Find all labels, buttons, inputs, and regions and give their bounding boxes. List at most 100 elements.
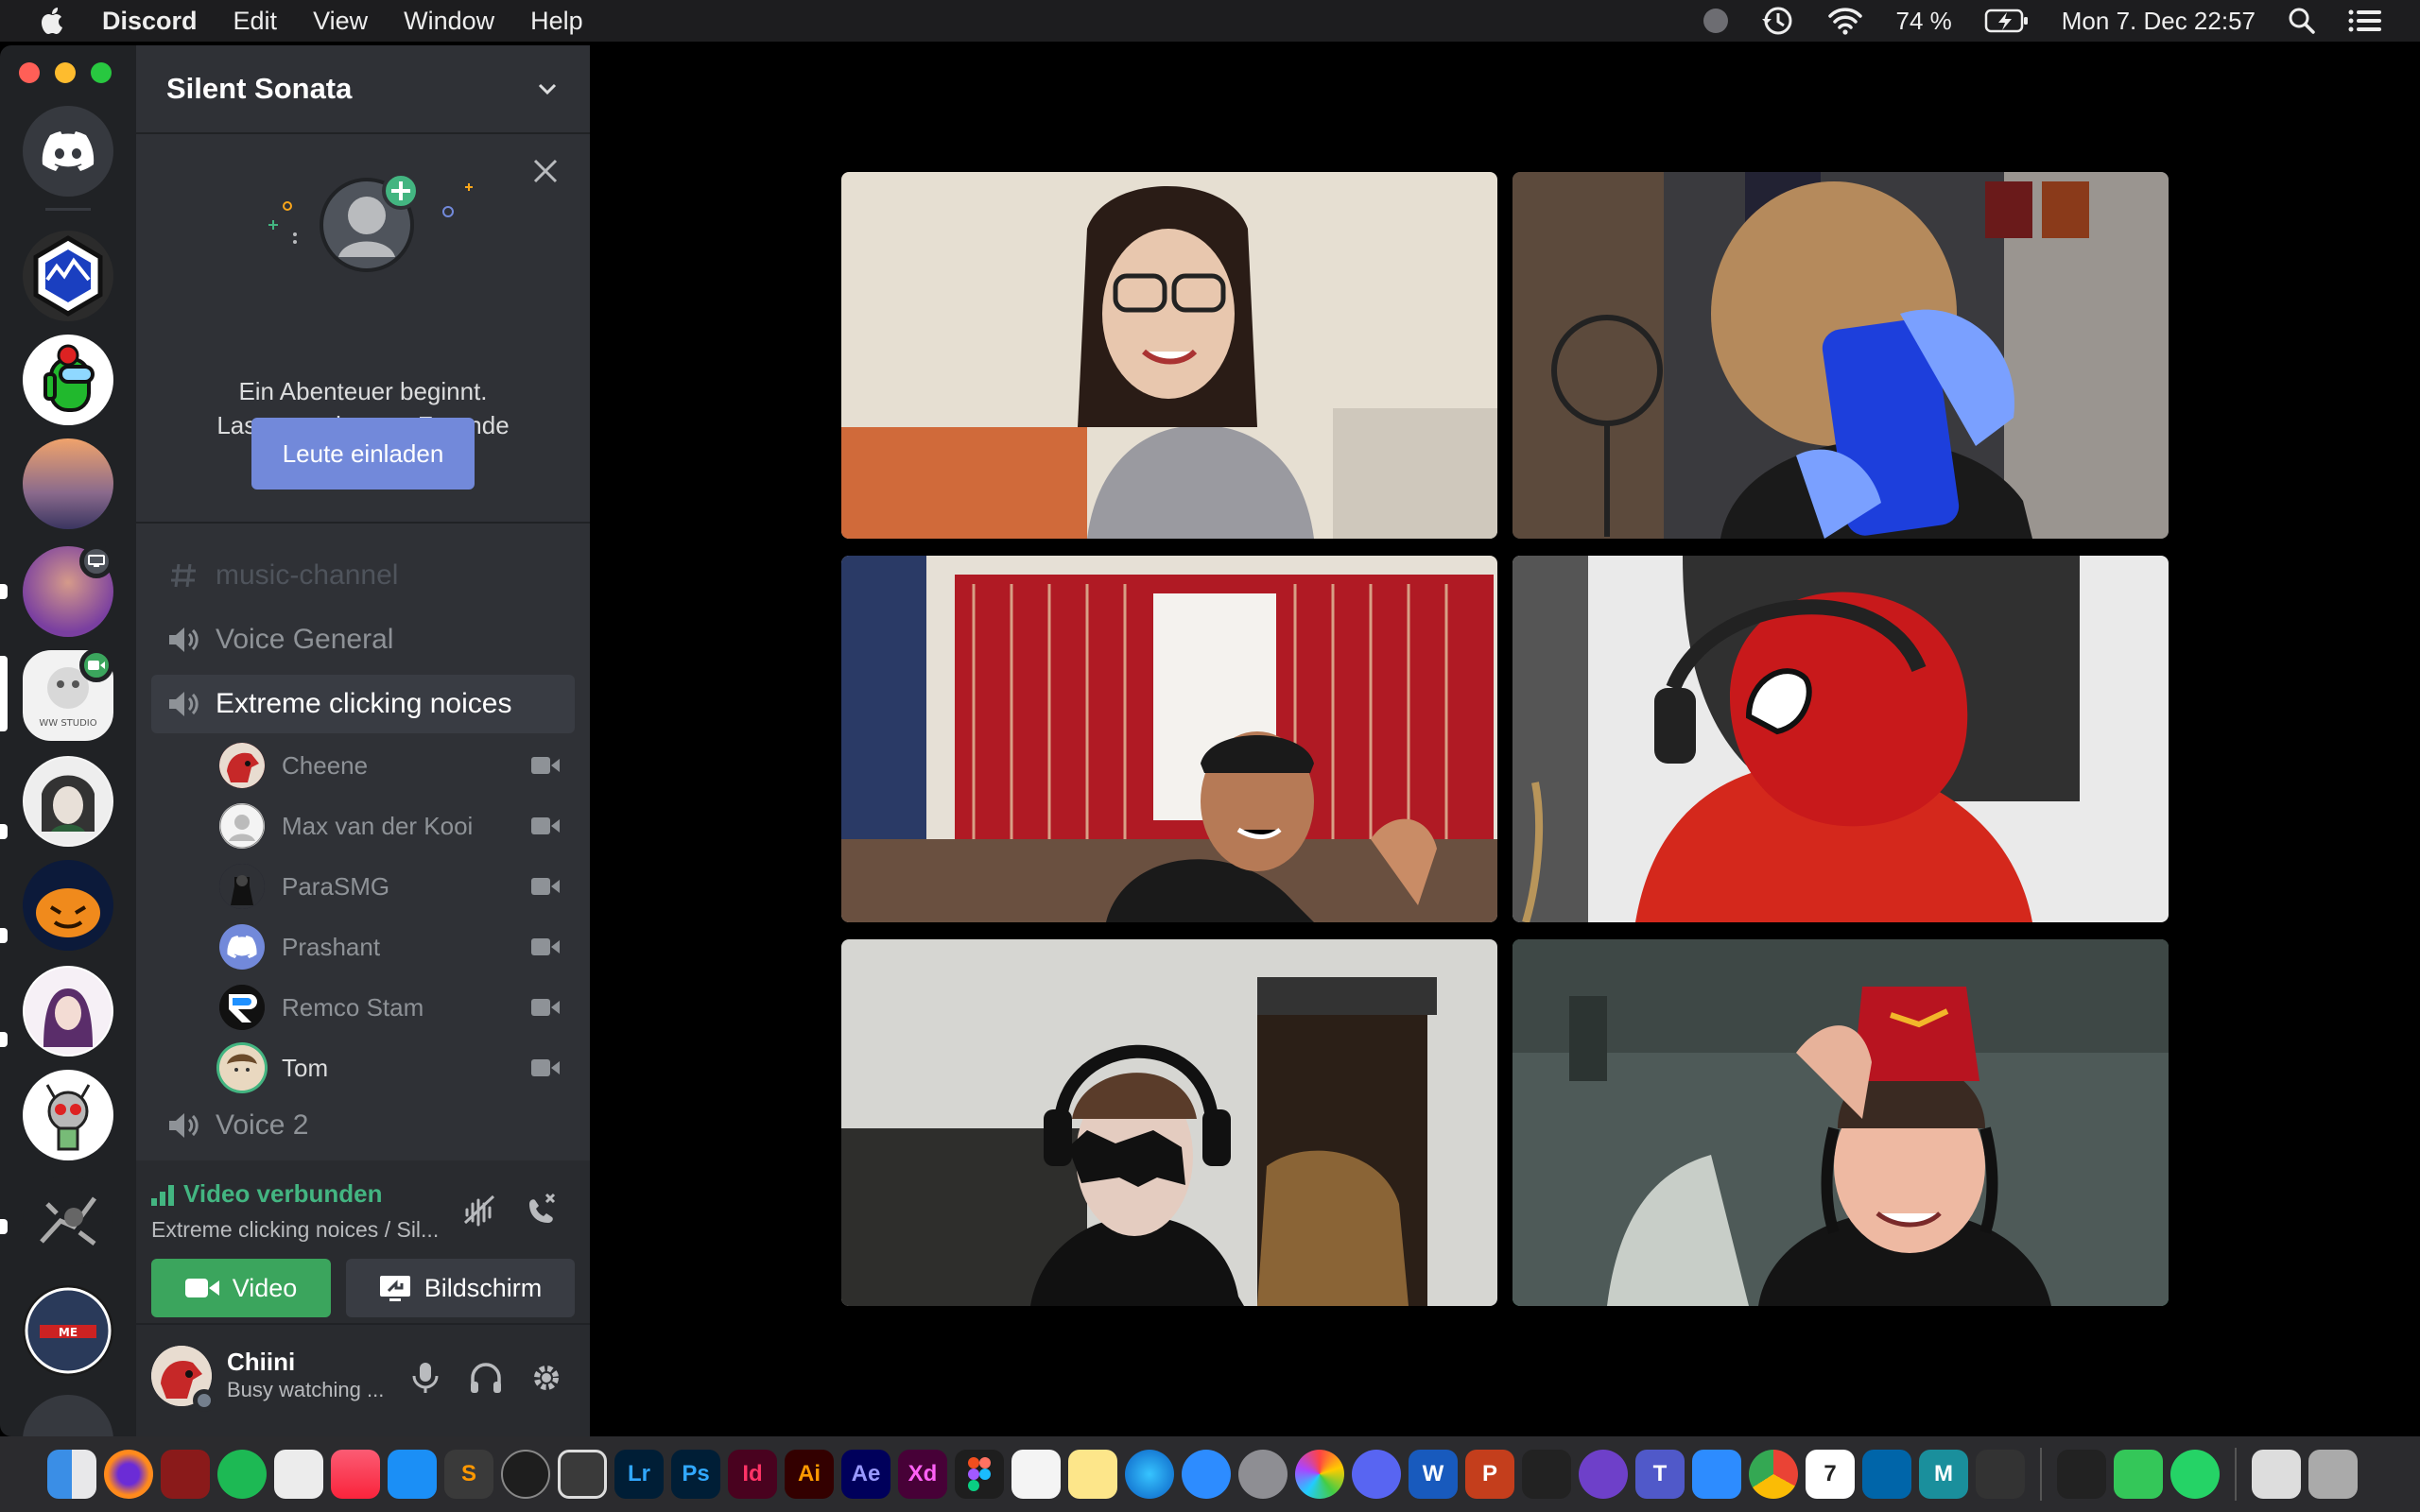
server-icon-blue-hexagon[interactable] [23,231,113,321]
dock-unity-icon[interactable] [1522,1450,1571,1499]
minimize-window-button[interactable] [55,62,76,83]
menu-edit[interactable]: Edit [233,7,278,36]
dock-spotify-icon[interactable] [217,1450,267,1499]
dock-powerpoint-icon[interactable]: P [1465,1450,1514,1499]
microphone-icon[interactable] [406,1359,444,1397]
close-icon[interactable] [529,155,562,187]
dock-edge-icon[interactable] [1125,1450,1174,1499]
dock-chrome-icon[interactable] [1749,1450,1798,1499]
home-discord-icon[interactable] [23,106,113,197]
dock-figma-icon[interactable] [955,1450,1004,1499]
svg-text:WW STUDIO: WW STUDIO [39,718,96,729]
dock-photos-icon[interactable] [1295,1450,1344,1499]
video-button[interactable]: Video [151,1259,331,1317]
menu-window[interactable]: Window [404,7,494,36]
dock-facetime-icon[interactable] [2114,1450,2163,1499]
dock-teams-icon[interactable]: T [1635,1450,1685,1499]
dock-calendar-icon[interactable]: 7 [1806,1450,1855,1499]
dock-firefox-icon[interactable] [104,1450,153,1499]
dock-bear-icon[interactable] [501,1450,550,1499]
video-tile-2[interactable] [1512,172,2169,539]
dock-lightroom-icon[interactable]: Lr [614,1450,664,1499]
dock-photo-booth-icon[interactable] [161,1450,210,1499]
dock-music-icon[interactable] [331,1450,380,1499]
dock-indesign-icon[interactable]: Id [728,1450,777,1499]
dock-trash-icon[interactable] [2308,1450,2358,1499]
battery-charging-icon[interactable] [1984,8,2030,34]
dock-media-player-icon[interactable] [1182,1450,1231,1499]
app-menu-discord[interactable]: Discord [102,7,198,36]
channel-voice-2[interactable]: Voice 2 [151,1096,575,1155]
dock-maya-icon[interactable]: M [1919,1450,1968,1499]
video-feed-fez-hat [1512,939,2169,1306]
server-icon-alien-drawing[interactable] [23,1176,113,1266]
dock-workspace-icon[interactable] [558,1450,607,1499]
voice-member-max-van-der-kooi[interactable]: Max van der Kooi [219,799,575,852]
dock-textedit-icon[interactable] [1011,1450,1061,1499]
avatar [219,1045,265,1091]
dock-sublime-text-icon[interactable]: S [444,1450,493,1499]
svg-text:ME: ME [59,1326,78,1339]
guild-header[interactable]: Silent Sonata [136,45,590,134]
channel-music[interactable]: music-channel [151,546,575,605]
zoom-window-button[interactable] [91,62,112,83]
spotlight-search-icon[interactable] [2288,7,2316,35]
dock-after-effects-icon[interactable]: Ae [841,1450,890,1499]
notification-center-icon[interactable] [2348,9,2382,33]
server-icon-sunset[interactable] [23,438,113,529]
apple-menu-icon[interactable] [38,4,68,38]
dock-downloads-icon[interactable] [2252,1450,2301,1499]
dock-stickies-icon[interactable] [1068,1450,1117,1499]
menu-view[interactable]: View [313,7,368,36]
dock-system-preferences-icon[interactable] [1238,1450,1288,1499]
voice-member-remco-stam[interactable]: Remco Stam [219,981,575,1034]
headphones-icon[interactable] [467,1359,505,1397]
close-window-button[interactable] [19,62,40,83]
server-icon-brave-munchers[interactable]: ME [23,1285,113,1376]
dock-photoshop-icon[interactable]: Ps [671,1450,720,1499]
voice-status[interactable]: Video verbunden [151,1179,382,1209]
dock-finder-icon[interactable] [47,1450,96,1499]
dock-word-icon[interactable]: W [1409,1450,1458,1499]
voice-member-parasmg[interactable]: ParaSMG [219,860,575,913]
dock-whatsapp-icon[interactable] [2170,1450,2220,1499]
server-icon-among-us[interactable] [23,335,113,425]
menu-help[interactable]: Help [530,7,583,36]
wifi-icon[interactable] [1826,7,1864,35]
screen-share-button[interactable]: Bildschirm [346,1259,575,1317]
time-machine-icon[interactable] [1760,5,1794,37]
status-dot-icon[interactable] [1703,9,1728,33]
voice-member-prashant[interactable]: Prashant [219,920,575,973]
video-tile-5[interactable] [841,939,1497,1306]
channel-extreme-clicking-noices[interactable]: Extreme clicking noices [151,675,575,733]
voice-member-cheene[interactable]: Cheene [219,739,575,792]
noise-suppression-icon[interactable] [461,1191,499,1228]
menubar-clock[interactable]: Mon 7. Dec 22:57 [2062,7,2256,36]
invite-people-button[interactable]: Leute einladen [251,418,475,490]
server-icon-robot[interactable] [23,1070,113,1160]
video-tile-4[interactable] [1512,556,2169,922]
channel-voice-general[interactable]: Voice General [151,610,575,669]
dock-unity-hub-icon[interactable] [1976,1450,2025,1499]
video-tile-1[interactable] [841,172,1497,539]
video-tile-3[interactable] [841,556,1497,922]
server-icon-anime-dark[interactable] [23,756,113,847]
dock-xd-icon[interactable]: Xd [898,1450,947,1499]
dock-app-store-icon[interactable] [388,1450,437,1499]
dock-github-desktop-icon[interactable] [1579,1450,1628,1499]
settings-gear-icon[interactable] [527,1359,565,1397]
dock-vscode-icon[interactable] [1862,1450,1911,1499]
add-server-icon[interactable] [23,1395,113,1436]
video-button-label: Video [232,1273,298,1302]
voice-channel-path[interactable]: Extreme clicking noices / Sil... [151,1217,439,1243]
dock-illustrator-icon[interactable]: Ai [785,1450,834,1499]
dock-fork-icon[interactable] [274,1450,323,1499]
dock-discord-icon[interactable] [1352,1450,1401,1499]
dock-zoom-icon[interactable] [1692,1450,1741,1499]
video-tile-6-speaking[interactable] [1512,939,2169,1306]
server-icon-anime-purple[interactable] [23,966,113,1057]
dock-unreal-icon[interactable] [2057,1450,2106,1499]
disconnect-call-icon[interactable] [522,1191,560,1228]
server-icon-pumpkin[interactable] [23,860,113,951]
voice-member-tom[interactable]: Tom [219,1041,575,1094]
